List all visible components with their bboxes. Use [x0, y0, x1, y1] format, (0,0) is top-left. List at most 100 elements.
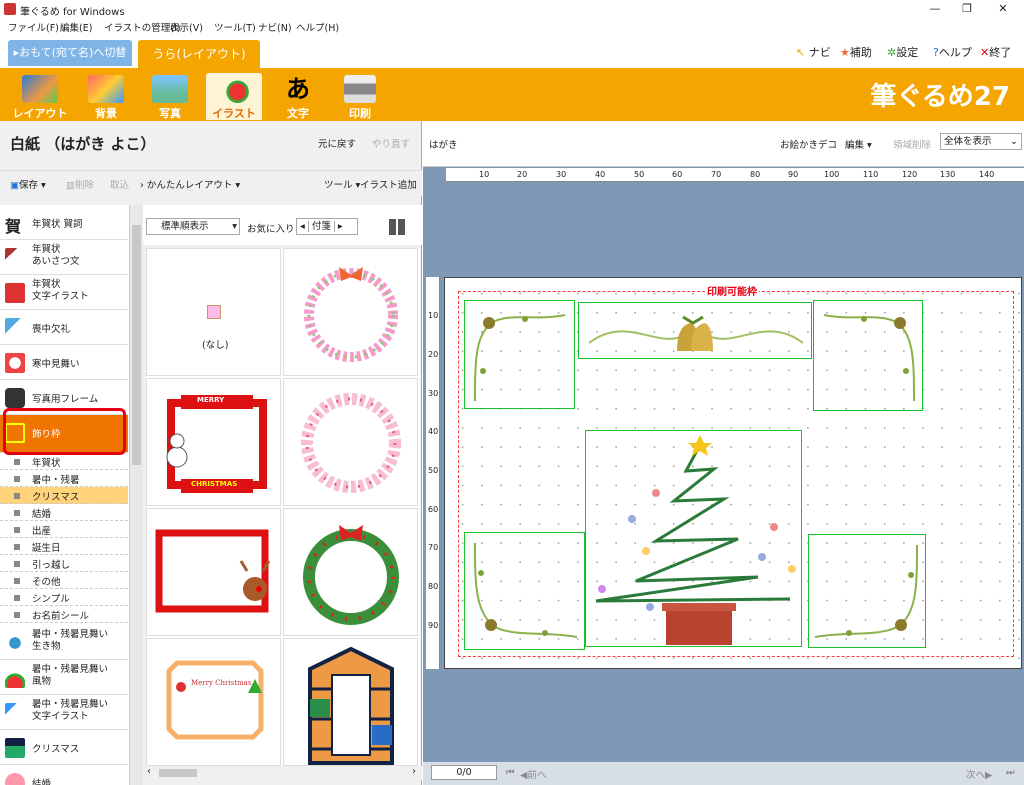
sort-select[interactable]: 標準順表示 ▾	[146, 218, 240, 235]
category-item[interactable]: 暑中・残暑見舞い 風物	[0, 660, 128, 695]
illustration-item[interactable]: Merry Christmas	[146, 638, 281, 766]
menu-file[interactable]: ファイル(F)	[8, 20, 59, 34]
deco-button[interactable]: お絵かきデコ	[780, 137, 837, 151]
prev-page-button[interactable]: ◀前へ	[520, 767, 546, 781]
subcategory-item[interactable]: 暑中・残暑	[0, 470, 128, 487]
pink-wreath-icon	[301, 393, 401, 493]
illustration-item[interactable]	[283, 378, 418, 506]
subcategory-item[interactable]: お名前シール	[0, 606, 128, 623]
subcategory-item[interactable]: 結婚	[0, 504, 128, 521]
category-item[interactable]: 年賀状 あいさつ文	[0, 240, 128, 275]
tool-print[interactable]: 印刷	[332, 73, 388, 120]
redo-button[interactable]: やり直す	[372, 136, 410, 150]
category-item[interactable]: 暑中・残暑見舞い 文字イラスト	[0, 695, 128, 730]
chevron-right-icon[interactable]: ▸	[333, 221, 346, 232]
minimize-button[interactable]: —	[920, 0, 950, 18]
bells-icon	[588, 315, 804, 351]
bells-ornament[interactable]	[578, 302, 812, 359]
category-item[interactable]: 年賀状 文字イラスト	[0, 275, 128, 310]
christmas-tree-illustration[interactable]	[585, 430, 802, 647]
menu-navi[interactable]: ナビ(N)	[258, 20, 292, 34]
vine-ornament-icon	[474, 542, 578, 638]
illustration-item[interactable]	[283, 638, 418, 766]
illustration-item-none[interactable]: (なし)	[146, 248, 281, 376]
illustration-item[interactable]	[146, 508, 281, 636]
navi-link[interactable]: ↖ ナビ	[796, 44, 831, 60]
tool-text[interactable]: あ 文字	[270, 73, 326, 121]
grid-horizontal-scrollbar[interactable]: ‹ ›	[143, 766, 422, 780]
import-button[interactable]: 取込	[110, 177, 129, 191]
area-delete-button[interactable]: 領域削除	[893, 137, 931, 151]
christmas-tree-icon	[5, 738, 25, 758]
next-page-button[interactable]: 次へ▶	[966, 767, 992, 781]
grid-view-icon[interactable]	[389, 219, 405, 235]
placeholder-icon	[207, 305, 221, 319]
subcategory-item[interactable]: 引っ越し	[0, 555, 128, 572]
category-item[interactable]: 結婚	[0, 765, 128, 785]
category-item[interactable]: 喪中欠礼	[0, 310, 128, 345]
category-scrollbar[interactable]	[130, 205, 143, 785]
settings-link[interactable]: ✲設定	[887, 44, 918, 60]
save-icon: ▣	[10, 180, 19, 191]
category-item[interactable]: クリスマス	[0, 730, 128, 765]
tool-photo[interactable]: 写真	[142, 73, 198, 120]
tools-menu[interactable]: ツール ▾	[324, 177, 360, 191]
scroll-left-icon[interactable]: ‹	[147, 766, 151, 777]
add-illust-button[interactable]: イラスト追加	[360, 177, 417, 191]
subcategory-item-christmas[interactable]: クリスマス	[0, 487, 128, 504]
subcategory-item[interactable]: シンプル	[0, 589, 128, 606]
illustration-item[interactable]: MERRY CHRISTMAS	[146, 378, 281, 506]
edit-menu[interactable]: 編集 ▾	[845, 137, 872, 151]
title-bar: 筆ぐるめ for Windows — ❐ ✕	[0, 0, 1024, 18]
tag-selector[interactable]: ◂ 付箋 ▸	[296, 218, 358, 235]
assist-link[interactable]: ★補助	[840, 44, 872, 60]
exit-link[interactable]: ✕終了	[980, 44, 1011, 60]
category-item[interactable]: 暑中・残暑見舞い 生き物	[0, 625, 128, 660]
tool-illustration[interactable]: イラスト	[206, 73, 262, 120]
last-page-button[interactable]: ⏭	[1006, 767, 1015, 778]
undo-button[interactable]: 元に戻す	[318, 136, 356, 150]
delete-button[interactable]: ▥削除	[66, 177, 94, 191]
floral-wreath-icon	[304, 267, 398, 362]
tab-back-layout[interactable]: うら(レイアウト)	[138, 40, 260, 68]
corner-vine-top-left[interactable]	[464, 300, 575, 409]
close-button[interactable]: ✕	[988, 0, 1018, 18]
subcategory-item[interactable]: 出産	[0, 521, 128, 538]
layout-icon	[22, 75, 58, 103]
menu-edit[interactable]: 編集(E)	[60, 20, 92, 34]
seal-icon	[5, 283, 25, 303]
corner-vine-bottom-left[interactable]	[464, 532, 585, 650]
green-wreath-icon	[303, 525, 399, 625]
menu-help[interactable]: ヘルプ(H)	[296, 20, 339, 34]
corner-vine-top-right[interactable]	[813, 300, 923, 411]
corner-vine-bottom-right[interactable]	[808, 534, 926, 648]
restore-button[interactable]: ❐	[952, 0, 982, 18]
subcategory-item[interactable]: その他	[0, 572, 128, 589]
christmas-tree-icon	[595, 435, 796, 645]
dropdown-arrow-icon: ⌄	[1010, 136, 1018, 147]
christmas-card-frame-icon	[166, 660, 264, 740]
vine-ornament-icon	[823, 314, 915, 402]
tool-background[interactable]: 背景	[78, 73, 134, 120]
easy-layout-button[interactable]: › かんたんレイアウト ▾	[140, 177, 240, 191]
tool-layout[interactable]: レイアウト	[12, 73, 68, 120]
star-icon: ★	[840, 46, 850, 59]
view-select[interactable]: 全体を表示 ⌄	[940, 133, 1022, 150]
menu-tools[interactable]: ツール(T)	[214, 20, 256, 34]
chevron-left-icon[interactable]: ◂	[297, 221, 309, 232]
category-item[interactable]: 寒中見舞い	[0, 345, 128, 380]
illustration-item[interactable]	[283, 248, 418, 376]
first-page-button[interactable]: ⏮	[506, 767, 515, 778]
save-button[interactable]: ▣保存 ▾	[10, 177, 46, 191]
menu-view[interactable]: 表示(V)	[170, 20, 203, 34]
tab-front-side[interactable]: ▸おもて(宛て名)へ切替	[8, 40, 132, 66]
subcategory-item[interactable]: 誕生日	[0, 538, 128, 555]
scroll-right-icon[interactable]: ›	[412, 766, 416, 777]
subcategory-item[interactable]: 年賀状	[0, 453, 128, 470]
illustration-item[interactable]	[283, 508, 418, 636]
chevron-right-icon: ›	[140, 180, 144, 191]
help-link[interactable]: ?ヘルプ	[933, 44, 972, 60]
vine-ornament-icon	[474, 314, 566, 402]
category-item[interactable]: 賀年賀状 賀詞	[0, 205, 128, 240]
background-icon	[88, 75, 124, 103]
